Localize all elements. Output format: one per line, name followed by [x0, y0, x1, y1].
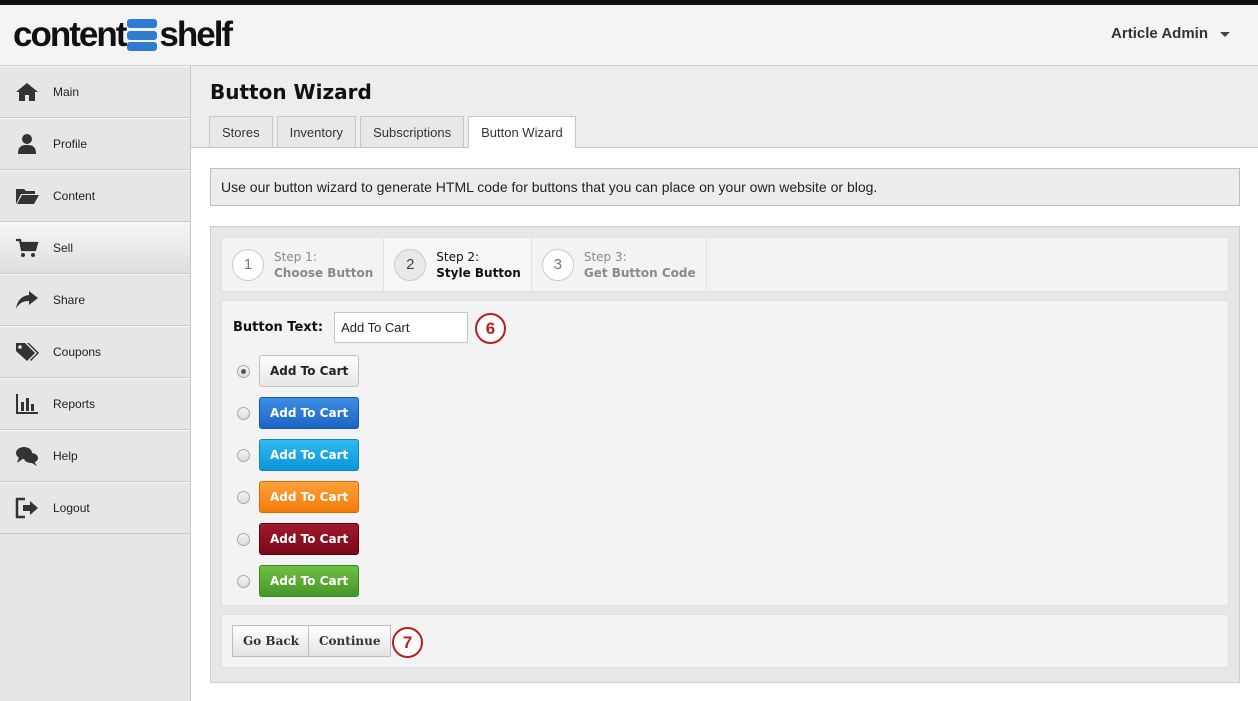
user-name: Article Admin [1111, 25, 1208, 42]
logo-text-right: shelf [159, 15, 233, 54]
bar-chart-icon [14, 393, 40, 415]
sidebar-item-label: Help [53, 449, 78, 463]
preview-button-cyan[interactable]: Add To Cart [259, 439, 360, 471]
sidebar-item-main[interactable]: Main [0, 66, 190, 118]
logo-stack-icon [127, 19, 158, 51]
tab-button-wizard[interactable]: Button Wizard [468, 116, 576, 148]
sidebar-item-help[interactable]: Help [0, 430, 190, 482]
tags-icon [14, 341, 40, 363]
step-number: 3 [541, 248, 574, 281]
style-radio[interactable] [237, 574, 250, 588]
user-icon [14, 133, 40, 155]
style-option[interactable]: Add To Cart [237, 523, 360, 555]
folder-icon [14, 185, 40, 207]
sidebar-item-coupons[interactable]: Coupons [0, 326, 190, 378]
sidebar-item-logout[interactable]: Logout [0, 482, 190, 534]
step-number: 1 [232, 248, 264, 281]
style-radio[interactable] [237, 490, 250, 504]
info-message: Use our button wizard to generate HTML c… [210, 168, 1240, 206]
sidebar-item-content[interactable]: Content [0, 170, 190, 222]
continue-button[interactable]: Continue [308, 625, 392, 657]
sidebar-item-label: Content [53, 189, 96, 203]
style-radio[interactable] [237, 364, 250, 378]
tab-inventory[interactable]: Inventory [276, 116, 357, 147]
sidebar-item-label: Sell [53, 241, 74, 255]
step-text: Step 2: Style Button [436, 249, 521, 281]
sidebar-item-reports[interactable]: Reports [0, 378, 190, 430]
preview-button-blue[interactable]: Add To Cart [259, 397, 360, 429]
style-option[interactable]: Add To Cart [237, 439, 360, 471]
button-text-input[interactable] [334, 312, 469, 343]
preview-button-default[interactable]: Add To Cart [259, 355, 360, 387]
style-option[interactable]: Add To Cart [237, 397, 360, 429]
cart-icon [14, 237, 40, 259]
style-option[interactable]: Add To Cart [237, 355, 360, 387]
step-text: Step 3: Get Button Code [584, 249, 696, 281]
sidebar-item-label: Main [53, 85, 80, 99]
preview-button-green[interactable]: Add To Cart [259, 565, 360, 597]
contentshelf-logo[interactable]: content shelf [13, 15, 233, 55]
tab-stores[interactable]: Stores [209, 116, 273, 147]
step-title: Choose Button [274, 265, 374, 280]
button-text-row: Button Text: [233, 312, 469, 343]
chat-icon [14, 445, 40, 467]
button-wizard: 1 Step 1: Choose Button 2 Step 2: Style … [210, 226, 1240, 683]
step-title: Style Button [436, 265, 521, 280]
sidebar-item-label: Logout [53, 501, 90, 515]
sidebar: Main Profile Content Sell Share Coupons [0, 66, 191, 701]
style-radio[interactable] [237, 448, 250, 462]
step-title: Get Button Code [583, 265, 696, 280]
share-icon [14, 289, 40, 311]
home-icon [14, 81, 40, 103]
go-back-button[interactable]: Go Back [232, 625, 310, 657]
callout-badge: 7 [392, 627, 423, 658]
page-header: Button Wizard Stores Inventory Subscript… [191, 66, 1258, 148]
user-menu[interactable]: Article Admin [1111, 25, 1230, 42]
step-text: Step 1: Choose Button [274, 249, 373, 281]
sidebar-item-label: Profile [53, 137, 88, 151]
sidebar-item-label: Share [53, 293, 86, 307]
preview-button-orange[interactable]: Add To Cart [259, 481, 360, 513]
style-option[interactable]: Add To Cart [237, 481, 360, 513]
sidebar-item-label: Coupons [53, 345, 102, 359]
style-panel: Button Text: 6 Add To Cart Add To Cart A… [221, 300, 1229, 606]
main-panel: Button Wizard Stores Inventory Subscript… [191, 66, 1258, 701]
step-get-button-code[interactable]: 3 Step 3: Get Button Code [532, 238, 707, 291]
page-title: Button Wizard [210, 80, 372, 104]
wizard-content: Use our button wizard to generate HTML c… [210, 168, 1240, 683]
step-choose-button[interactable]: 1 Step 1: Choose Button [222, 238, 385, 291]
step-label: Step 2: [436, 249, 480, 264]
button-text-label: Button Text: [233, 320, 324, 335]
style-radio[interactable] [237, 406, 250, 420]
tab-subscriptions[interactable]: Subscriptions [360, 116, 465, 147]
style-option[interactable]: Add To Cart [237, 565, 360, 597]
step-label: Step 3: [583, 249, 627, 264]
step-style-button[interactable]: 2 Step 2: Style Button [384, 238, 532, 291]
wizard-actions: Go Back Continue 7 [221, 614, 1229, 668]
chevron-down-icon [1220, 32, 1230, 37]
sidebar-item-label: Reports [53, 397, 96, 411]
style-radio[interactable] [237, 532, 250, 546]
step-number: 2 [394, 248, 427, 281]
sidebar-item-profile[interactable]: Profile [0, 118, 190, 170]
sidebar-item-sell[interactable]: Sell [0, 222, 190, 274]
app-header: content shelf Article Admin [0, 5, 1258, 66]
logout-icon [14, 497, 40, 519]
preview-button-red[interactable]: Add To Cart [259, 523, 360, 555]
sidebar-item-share[interactable]: Share [0, 274, 190, 326]
tab-bar: Stores Inventory Subscriptions Button Wi… [209, 116, 576, 148]
wizard-steps: 1 Step 1: Choose Button 2 Step 2: Style … [221, 237, 1229, 292]
logo-text-left: content [13, 15, 127, 54]
callout-badge: 6 [475, 313, 506, 344]
step-label: Step 1: [274, 249, 317, 264]
